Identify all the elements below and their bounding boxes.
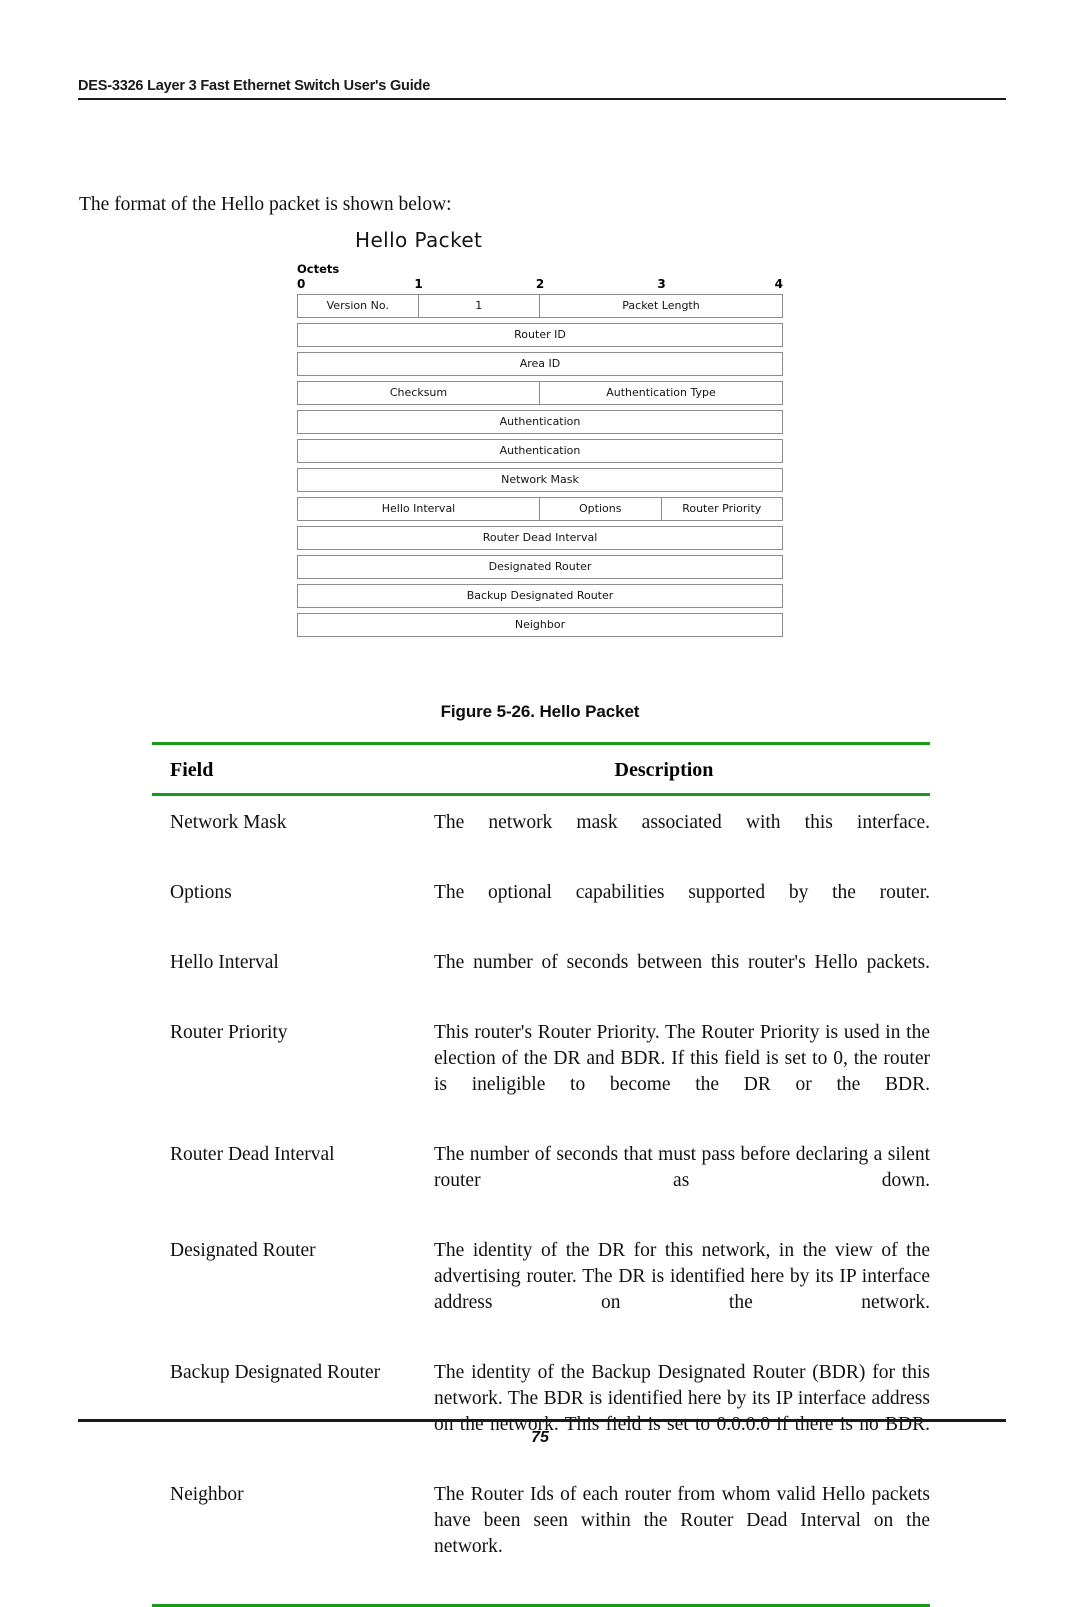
figure-caption: Figure 5-26. Hello Packet <box>440 702 640 721</box>
octet-ruler: 0 1 2 3 4 <box>297 277 783 294</box>
packet-field-cell: Authentication <box>297 410 783 434</box>
table-row: Router Dead Interval The number of second… <box>152 1142 930 1220</box>
column-header-field: Field <box>170 759 214 781</box>
packet-field-cell: Designated Router <box>297 555 783 579</box>
packet-field-cell: Area ID <box>297 352 783 376</box>
packet-field-cell: Neighbor <box>297 613 783 637</box>
table-cell-field: Router Dead Interval <box>170 1144 335 1165</box>
table-row: Network Mask The network mask associated … <box>152 810 930 862</box>
packet-row: Router Dead Interval <box>297 526 783 550</box>
hello-packet-diagram: Hello Packet Octets 01234 Version No. 1 Pa… <box>297 228 783 642</box>
table-row: Options The optional capabilities support… <box>152 880 930 932</box>
table-cell-field: Network Mask <box>170 812 287 833</box>
octet-tick-1: 1 <box>414 277 423 291</box>
table-row: Designated Router The identity of the DR … <box>152 1238 930 1342</box>
octet-tick-4: 4 <box>774 277 783 291</box>
table-cell-description: The identity of the DR for this network,… <box>434 1240 930 1313</box>
octet-tick-2: 2 <box>535 277 545 291</box>
packet-field-cell: Version No. <box>297 294 419 318</box>
table-cell-field: Hello Interval <box>170 952 279 973</box>
table-cell-field: Backup Designated Router <box>170 1362 381 1383</box>
packet-row: Hello Interval Options Router Priority <box>297 497 783 521</box>
packet-field-cell: Network Mask <box>297 468 783 492</box>
packet-field-cell: Authentication <box>297 439 783 463</box>
table-cell-field: Neighbor <box>170 1484 244 1505</box>
table-cell-description: This router's Router Priority. The Route… <box>434 1022 930 1095</box>
packet-row: Area ID <box>297 352 783 376</box>
table-cell-description: The Router Ids of each router from whom … <box>434 1484 930 1557</box>
page-number: 75 <box>531 1429 549 1446</box>
packet-field-cell: Packet Length <box>540 294 783 318</box>
packet-row: Network Mask <box>297 468 783 492</box>
octet-tick-3: 3 <box>657 277 666 291</box>
packet-field-cell: Backup Designated Router <box>297 584 783 608</box>
table-cell-field: Designated Router <box>170 1240 316 1261</box>
packet-field-cell: Hello Interval <box>297 497 540 521</box>
table-cell-field: Options <box>170 882 232 903</box>
table-body: Network Mask The network mask associated … <box>152 796 930 1586</box>
table-cell-description: The optional capabilities supported by t… <box>434 882 930 903</box>
intro-paragraph: The format of the Hello packet is shown … <box>79 194 452 215</box>
packet-row: Checksum Authentication Type <box>297 381 783 405</box>
table-cell-description: The number of seconds that must pass bef… <box>434 1144 930 1191</box>
packet-field-cell: Authentication Type <box>540 381 783 405</box>
packet-field-cell: Checksum <box>297 381 540 405</box>
packet-row: Router ID <box>297 323 783 347</box>
table-cell-description: The identity of the Backup Designated Ro… <box>434 1362 930 1435</box>
table-header-row: Field Description <box>152 745 930 793</box>
header-title: DES-3326 Layer 3 Fast Ethernet Switch Us… <box>78 78 431 94</box>
packet-field-cell: 1 <box>418 294 540 318</box>
packet-row: Authentication <box>297 439 783 463</box>
packet-row: Authentication <box>297 410 783 434</box>
column-header-description: Description <box>614 759 714 781</box>
table-row: Neighbor The Router Ids of each router fr… <box>152 1482 930 1586</box>
table-row: Router Priority This router's Router Prio… <box>152 1020 930 1124</box>
table-cell-description: The number of seconds between this route… <box>434 952 930 973</box>
packet-field-cell: Router Priority <box>661 497 783 521</box>
packet-row: Backup Designated Router <box>297 584 783 608</box>
page-header: DES-3326 Layer 3 Fast Ethernet Switch Us… <box>78 78 1006 100</box>
footer-rule <box>78 1419 1006 1422</box>
octet-tick-0: 0 <box>297 277 306 291</box>
octets-label: Octets <box>297 262 340 276</box>
diagram-title: Hello Packet <box>355 228 483 252</box>
table-cell-description: The network mask associated with this in… <box>434 812 930 833</box>
table-cell-field: Router Priority <box>170 1022 288 1043</box>
table-row: Hello Interval The number of seconds betw… <box>152 950 930 1002</box>
header-rule <box>78 98 1006 100</box>
document-page: DES-3326 Layer 3 Fast Ethernet Switch Us… <box>0 0 1080 1607</box>
packet-row: Version No. 1 Packet Length <box>297 294 783 318</box>
field-description-table: Field Description Network Mask The networ… <box>152 742 930 1607</box>
packet-row: Designated Router <box>297 555 783 579</box>
packet-field-cell: Options <box>540 497 662 521</box>
packet-field-rows: Version No. 1 Packet Length Router ID Area I… <box>297 294 783 637</box>
packet-row: Neighbor <box>297 613 783 637</box>
packet-field-cell: Router ID <box>297 323 783 347</box>
packet-field-cell: Router Dead Interval <box>297 526 783 550</box>
table-row: Backup Designated Router The identity of … <box>152 1360 930 1464</box>
